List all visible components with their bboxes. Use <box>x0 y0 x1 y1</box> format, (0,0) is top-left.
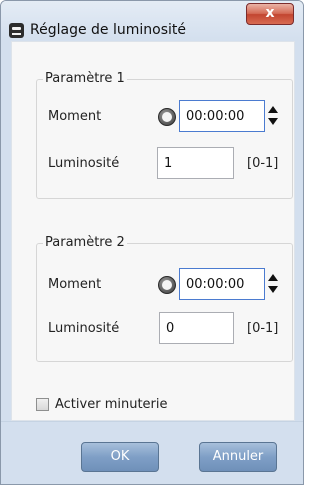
window-left-border <box>1 41 11 421</box>
cancel-button[interactable]: Annuler <box>199 442 277 472</box>
parameter-1-group: Paramètre 1 <box>36 71 293 199</box>
time-spin-down-2[interactable] <box>268 286 278 293</box>
window-title: Réglage de luminosité <box>30 22 186 38</box>
luminosity-label-2: Luminosité <box>48 321 120 336</box>
close-button[interactable]: x <box>246 3 294 25</box>
time-picker-icon-2[interactable] <box>158 276 176 294</box>
parameter-2-group: Paramètre 2 <box>36 235 293 362</box>
window-app-icon <box>9 23 24 38</box>
parameter-1-legend: Paramètre 1 <box>43 71 127 86</box>
luminosity-label-1: Luminosité <box>48 156 120 171</box>
luminosity-input-1[interactable] <box>157 147 234 179</box>
time-spin-down-1[interactable] <box>268 118 278 125</box>
timer-checkbox[interactable] <box>36 398 49 411</box>
moment-label-2: Moment <box>48 277 102 292</box>
window-right-border <box>295 41 303 421</box>
parameter-2-legend: Paramètre 2 <box>43 235 127 250</box>
brightness-dialog: Réglage de luminosité x Paramètre 1 Mome… <box>0 0 304 485</box>
timer-checkbox-label[interactable]: Activer minuterie <box>55 397 168 412</box>
luminosity-input-2[interactable] <box>159 312 234 344</box>
time-spin-up-1[interactable] <box>268 106 278 113</box>
time-spin-up-2[interactable] <box>268 274 278 281</box>
moment-label-1: Moment <box>48 109 102 124</box>
luminosity-range-2: [0-1] <box>247 321 279 336</box>
time-picker-icon-1[interactable] <box>158 108 176 126</box>
luminosity-range-1: [0-1] <box>247 156 279 171</box>
time-input-2[interactable] <box>179 268 265 300</box>
title-bar: Réglage de luminosité x <box>1 1 303 41</box>
ok-button[interactable]: OK <box>81 442 159 472</box>
time-input-1[interactable] <box>179 100 265 132</box>
